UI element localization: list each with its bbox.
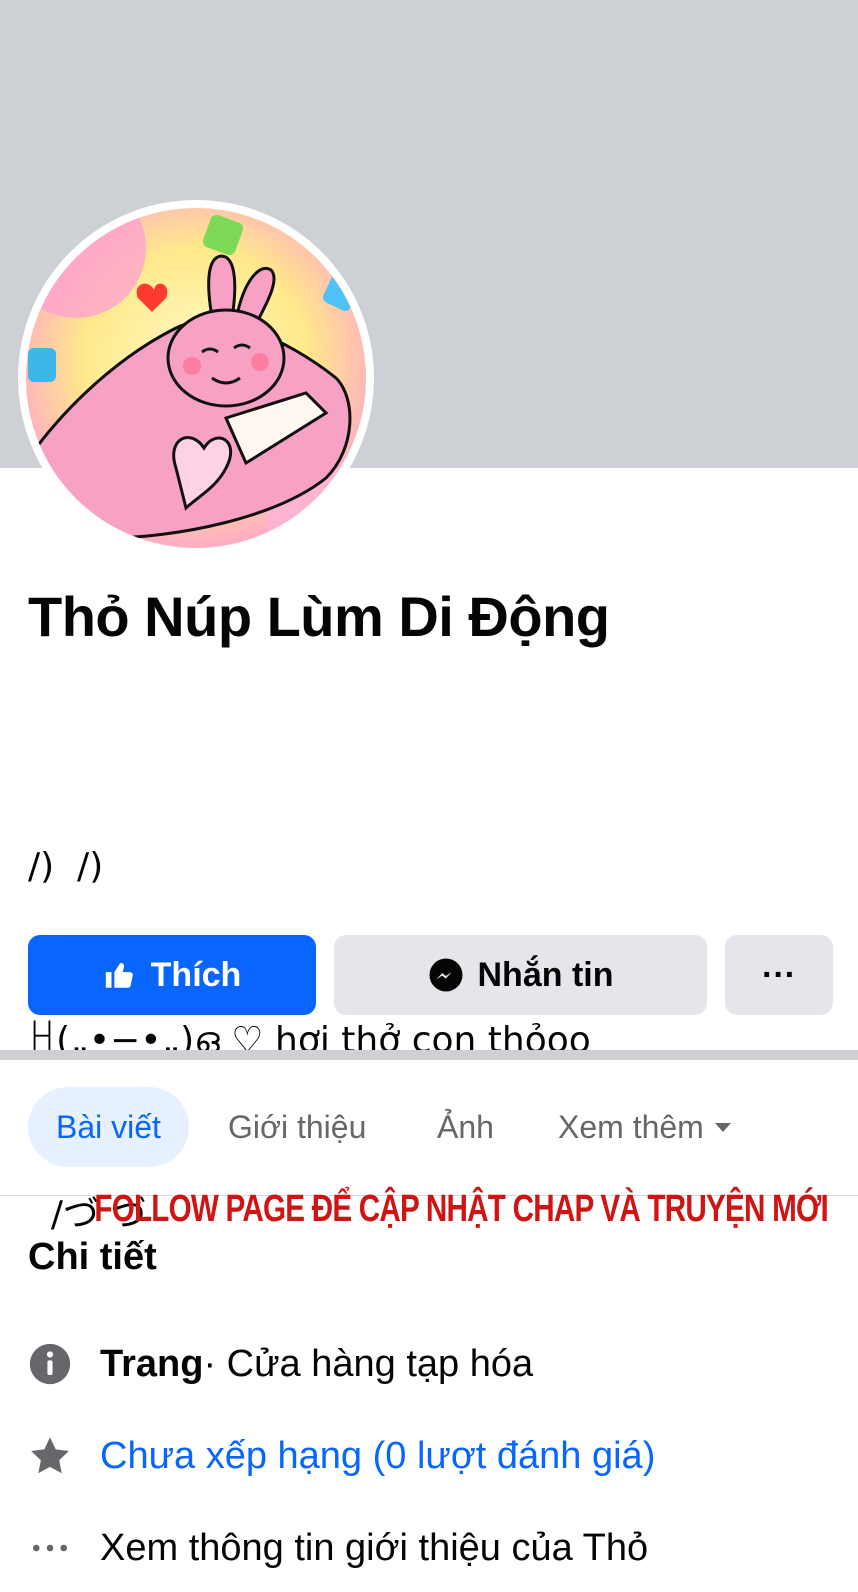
more-options-button[interactable]: ···	[725, 935, 833, 1015]
bunny-avatar-image	[26, 208, 366, 548]
tab-label: Giới thiệu	[228, 1108, 367, 1145]
watermark-banner: FOLLOW PAGE ĐỂ CẬP NHẬT CHAP VÀ TRUYỆN M…	[94, 1188, 828, 1230]
message-label: Nhắn tin	[477, 955, 614, 994]
info-icon	[28, 1342, 72, 1386]
like-button[interactable]: Thích	[28, 935, 316, 1015]
page-title: Thỏ Núp Lùm Di Động	[28, 585, 610, 648]
more-dots-icon	[28, 1526, 72, 1570]
tab-label: Bài viết	[56, 1108, 161, 1145]
like-label: Thích	[150, 955, 242, 994]
bio-line: ꀿ(„•−•„)ഒ ♡ hơi thở con thỏoo	[28, 1020, 591, 1061]
page-type-label: Trang	[100, 1342, 204, 1385]
message-button[interactable]: Nhắn tin	[334, 935, 707, 1015]
detail-rating[interactable]: Chưa xếp hạng (0 lượt đánh giá)	[28, 1426, 655, 1486]
detail-page-type: Trang · Cửa hàng tạp hóa	[28, 1334, 533, 1394]
page-category: · Cửa hàng tạp hóa	[203, 1342, 534, 1385]
tab-photos[interactable]: Ảnh	[437, 1087, 494, 1167]
profile-tabs: Bài viết Giới thiệu Ảnh Xem thêm	[0, 1087, 858, 1167]
about-link[interactable]: Xem thông tin giới thiệu của Thỏ	[100, 1527, 648, 1570]
star-icon	[28, 1434, 72, 1478]
thumbs-up-icon	[103, 958, 137, 992]
tab-about[interactable]: Giới thiệu	[228, 1087, 366, 1167]
caret-down-icon	[714, 1121, 732, 1133]
details-title: Chi tiết	[28, 1236, 157, 1278]
tab-label: Xem thêm	[558, 1108, 704, 1145]
messenger-icon	[428, 957, 464, 993]
tab-label: Ảnh	[437, 1108, 494, 1145]
bio-line: /) /)	[28, 846, 104, 887]
profile-avatar[interactable]	[18, 200, 374, 556]
detail-about[interactable]: Xem thông tin giới thiệu của Thỏ	[28, 1518, 648, 1578]
section-divider	[0, 1050, 858, 1060]
rating-link[interactable]: Chưa xếp hạng (0 lượt đánh giá)	[100, 1435, 655, 1478]
tab-posts[interactable]: Bài viết	[28, 1087, 189, 1167]
more-dots-icon: ···	[762, 955, 796, 994]
tab-see-more[interactable]: Xem thêm	[558, 1087, 732, 1167]
